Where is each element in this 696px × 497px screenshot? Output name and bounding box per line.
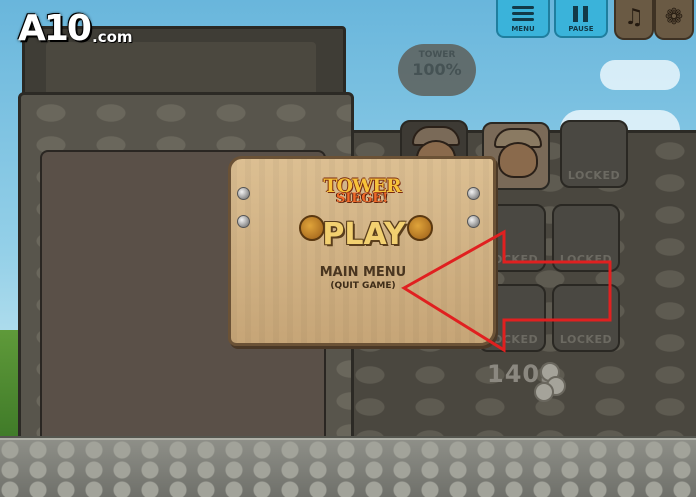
tower-health-label: TOWER	[418, 50, 456, 60]
play-button[interactable]: PLAY	[316, 217, 412, 252]
main-menu-button[interactable]: MAIN MENU (QUIT GAME)	[313, 265, 413, 291]
music-note-icon: ♫	[624, 5, 644, 30]
nail-icon	[237, 215, 250, 228]
tower-health-badge: TOWER 100%	[398, 44, 476, 96]
game-scene: TOWER 100% LOCKED LOCKED LOCKED LOCKED L…	[0, 0, 696, 497]
viking-face	[498, 142, 538, 178]
pause-icon	[573, 6, 589, 22]
pause-label: PAUSE	[568, 25, 594, 33]
cobblestone-ground	[0, 440, 696, 497]
cloud	[600, 60, 680, 90]
coin-icon	[534, 382, 554, 402]
pause-button[interactable]: PAUSE	[554, 0, 608, 38]
quit-game-label: (QUIT GAME)	[330, 281, 396, 291]
menu-icon	[512, 6, 534, 24]
sound-toggle-button[interactable]: ❁	[654, 0, 694, 40]
annotation-arrow-shape	[401, 229, 612, 353]
main-menu-label: MAIN MENU	[319, 265, 407, 280]
annotation-arrow-icon	[401, 229, 612, 353]
a10-logo-suffix[interactable]: .com	[92, 28, 133, 46]
a10-logo[interactable]: A10	[18, 8, 92, 49]
menu-button[interactable]: MENU	[496, 0, 550, 38]
music-toggle-button[interactable]: ♫	[614, 0, 654, 40]
nail-icon	[467, 215, 480, 228]
menu-label: MENU	[511, 25, 535, 33]
tower-siege-logo: TOWER SIEGE!	[307, 175, 417, 206]
unit-slot-locked[interactable]: LOCKED	[560, 120, 628, 188]
tower-health-value: 100%	[412, 60, 462, 79]
sound-swirl-icon: ❁	[664, 5, 684, 30]
castle-opening	[46, 42, 316, 98]
locked-label: LOCKED	[567, 169, 621, 182]
nail-icon	[237, 187, 250, 200]
nail-icon	[467, 187, 480, 200]
